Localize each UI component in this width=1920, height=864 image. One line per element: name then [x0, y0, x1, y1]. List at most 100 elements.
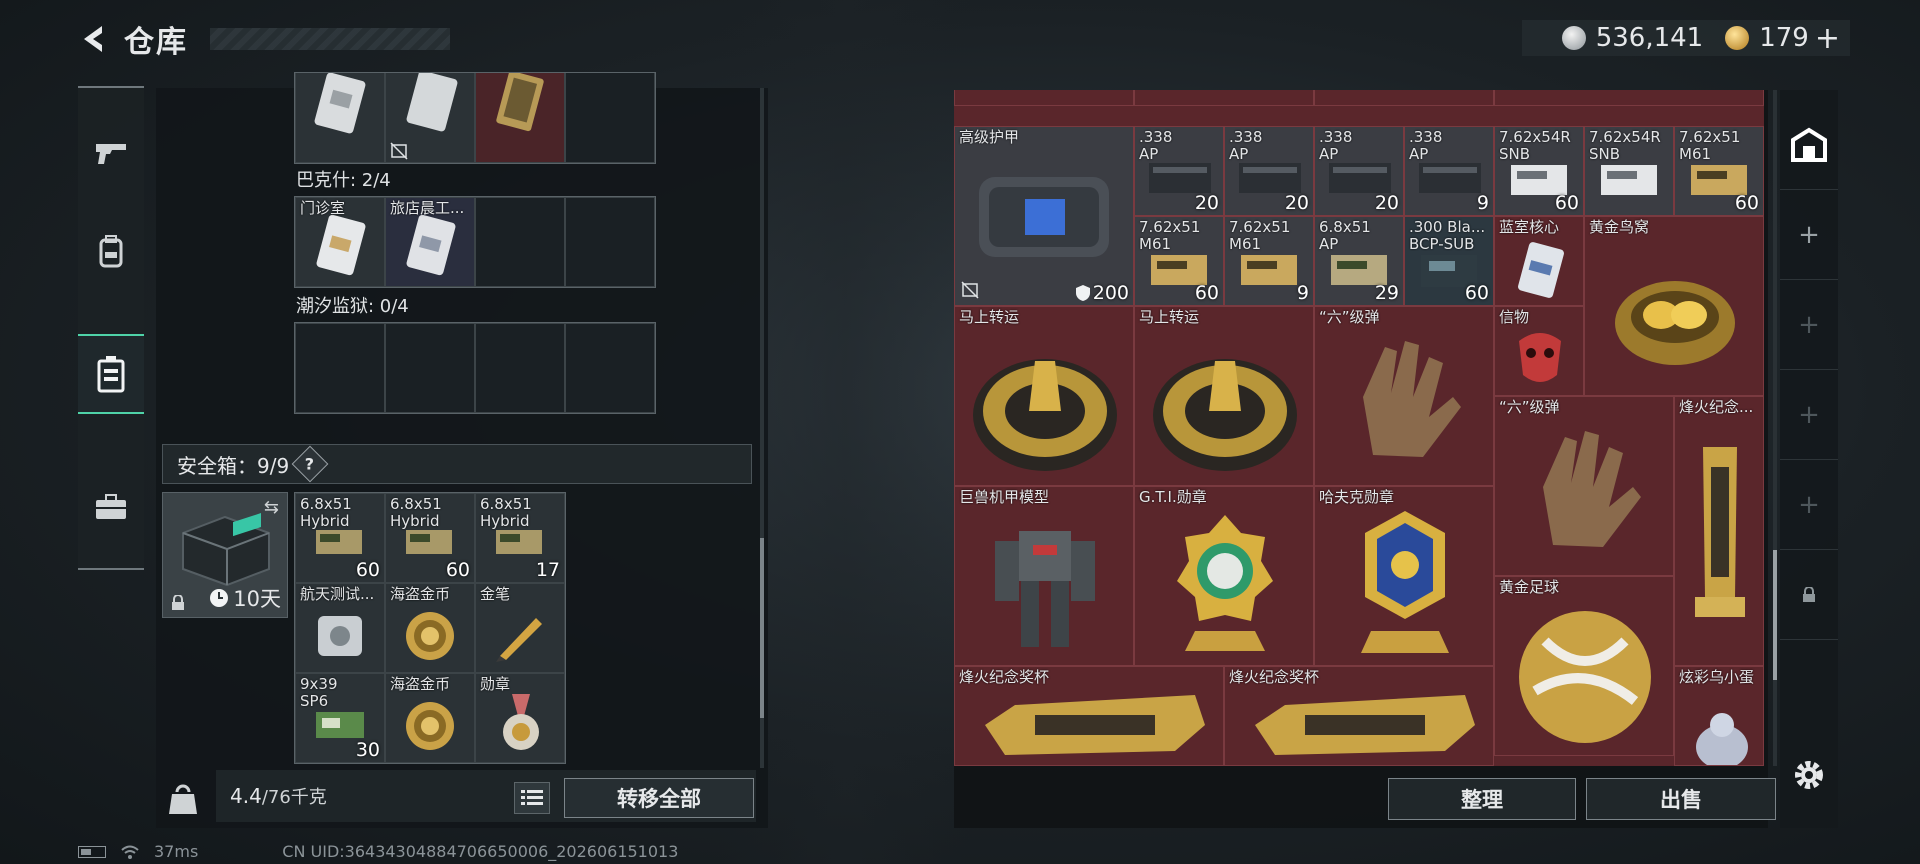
- warehouse-icon: [1791, 127, 1827, 162]
- locked-stash-tab[interactable]: [1780, 550, 1838, 640]
- empty-slot[interactable]: [565, 197, 655, 287]
- stash-item[interactable]: 蓝室核心: [1494, 216, 1584, 306]
- item-slot[interactable]: 勋章: [475, 673, 565, 763]
- stash-item[interactable]: .338 AP 9: [1404, 126, 1494, 216]
- item-slot[interactable]: 金笔: [475, 583, 565, 673]
- ping: 37ms: [154, 842, 199, 861]
- stash-item[interactable]: .300 Bla... BCP-SUB 60: [1404, 216, 1494, 306]
- nav-toolbox[interactable]: [78, 468, 144, 546]
- empty-slot[interactable]: [475, 323, 565, 413]
- stash-item-partial[interactable]: [1494, 90, 1764, 106]
- add-stash-tab-button[interactable]: +: [1780, 190, 1838, 280]
- item-slot[interactable]: 门诊室: [295, 197, 385, 287]
- transfer-all-button[interactable]: 转移全部: [564, 778, 754, 818]
- stash-item[interactable]: 高级护甲 200: [954, 126, 1134, 306]
- item-slot[interactable]: 海盗金币: [385, 673, 475, 763]
- stash-item[interactable]: 马上转运: [1134, 306, 1314, 486]
- stash-item[interactable]: 黄金足球: [1494, 576, 1674, 756]
- nav-storage[interactable]: [78, 334, 144, 414]
- item-quantity: 17: [535, 559, 560, 581]
- stash-item[interactable]: “六”级弹: [1494, 396, 1674, 576]
- armor-bag-icon: [979, 177, 1109, 257]
- stash-item[interactable]: .338 AP 20: [1134, 126, 1224, 216]
- stash-item[interactable]: 黄金鸟窝: [1584, 216, 1764, 396]
- item-durability: 200: [1075, 282, 1129, 304]
- item-label: 7.62x54R SNB: [1589, 128, 1661, 163]
- add-stash-tab-button[interactable]: +: [1780, 460, 1838, 550]
- weight-icon: [162, 774, 204, 824]
- stash-item[interactable]: 马上转运: [954, 306, 1134, 486]
- item-quantity: 9: [1476, 192, 1489, 214]
- stash-scrollbar[interactable]: [1773, 90, 1777, 766]
- nav-equipment[interactable]: [78, 212, 144, 290]
- item-slot[interactable]: 9x39 SP6 30: [295, 673, 385, 763]
- item-quantity: 60: [355, 559, 380, 581]
- add-stash-tab-button[interactable]: +: [1780, 370, 1838, 460]
- sell-button[interactable]: 出售: [1586, 778, 1776, 820]
- item-label: 蓝室核心: [1499, 218, 1560, 236]
- back-arrow-icon: [84, 26, 102, 52]
- empty-slot[interactable]: [565, 323, 655, 413]
- item-slot[interactable]: [295, 73, 385, 163]
- stash-item[interactable]: 7.62x54R SNB 60: [1494, 126, 1584, 216]
- stash-item[interactable]: .338 AP 20: [1314, 126, 1404, 216]
- stash-item[interactable]: 烽火纪念...: [1674, 396, 1764, 666]
- item-slot[interactable]: [475, 73, 565, 163]
- stash-item-partial[interactable]: [1134, 90, 1314, 106]
- golden-nest-icon: [1615, 281, 1735, 365]
- empty-slot[interactable]: [475, 197, 565, 287]
- item-quantity: 29: [1374, 282, 1399, 304]
- stash-item[interactable]: .338 AP 20: [1224, 126, 1314, 216]
- keycard-item-icon: [1518, 242, 1564, 298]
- item-slot[interactable]: 航天测试...: [295, 583, 385, 673]
- swap-icon[interactable]: ⇆: [264, 497, 279, 518]
- stash-item[interactable]: 7.62x51 M61 60: [1134, 216, 1224, 306]
- item-slot[interactable]: 海盗金币: [385, 583, 475, 673]
- stash-item[interactable]: 哈夫克勋章: [1314, 486, 1494, 666]
- ammo-box-icon: [406, 530, 452, 554]
- stash-item[interactable]: 信物: [1494, 306, 1584, 396]
- item-label: “六”级弹: [1499, 398, 1560, 416]
- item-label: “六”级弹: [1319, 308, 1380, 326]
- stash-item[interactable]: 6.8x51 AP 29: [1314, 216, 1404, 306]
- item-slot[interactable]: 旅店晨工...: [385, 197, 475, 287]
- stash-item[interactable]: G.T.I.勋章: [1134, 486, 1314, 666]
- empty-slot[interactable]: [565, 73, 655, 163]
- silver-amount: 536,141: [1595, 23, 1704, 53]
- safebox-grid: 6.8x51 Hybrid 60 6.8x51 Hybrid 60 6.8x51…: [294, 492, 566, 764]
- stash-tab-main[interactable]: [1780, 100, 1838, 190]
- item-slot[interactable]: [385, 73, 475, 163]
- help-button[interactable]: ?: [291, 445, 329, 483]
- stash-item[interactable]: 7.62x54R SNB: [1584, 126, 1674, 216]
- stash-item[interactable]: 炫彩乌小蛋: [1674, 666, 1764, 766]
- ammo-box-icon: [1241, 255, 1297, 285]
- sort-button[interactable]: 整理: [1388, 778, 1576, 820]
- stash-item[interactable]: 巨兽机甲模型: [954, 486, 1134, 666]
- empty-slot[interactable]: [385, 323, 475, 413]
- safebox-item[interactable]: ⇆ 10天: [162, 492, 288, 618]
- stash-item[interactable]: 烽火纪念奖杯: [1224, 666, 1494, 766]
- stash-item[interactable]: “六”级弹: [1314, 306, 1494, 486]
- header-stripe: [210, 28, 450, 50]
- stash-grid: 高级护甲 200 .338 AP 20 .338 AP 20 .338 AP 20 .…: [954, 90, 1764, 766]
- empty-slot[interactable]: [295, 323, 385, 413]
- ammo-box-icon: [316, 712, 364, 738]
- stash-item-partial[interactable]: [954, 90, 1134, 106]
- inventory-scrollbar[interactable]: [760, 88, 764, 768]
- item-slot[interactable]: 6.8x51 Hybrid 17: [475, 493, 565, 583]
- settings-button[interactable]: [1780, 730, 1838, 820]
- add-currency-button[interactable]: +: [1815, 21, 1840, 56]
- container-grid-top: [294, 72, 656, 164]
- item-label: 烽火纪念奖杯: [1229, 668, 1320, 686]
- stash-item[interactable]: 7.62x51 M61 60: [1674, 126, 1764, 216]
- stash-item[interactable]: 7.62x51 M61 9: [1224, 216, 1314, 306]
- gear-icon: [1795, 761, 1823, 789]
- back-button[interactable]: [76, 21, 112, 57]
- list-view-button[interactable]: [514, 782, 550, 814]
- add-stash-tab-button[interactable]: +: [1780, 280, 1838, 370]
- item-slot[interactable]: 6.8x51 Hybrid 60: [385, 493, 475, 583]
- item-slot[interactable]: 6.8x51 Hybrid 60: [295, 493, 385, 583]
- stash-item[interactable]: 烽火纪念奖杯: [954, 666, 1224, 766]
- stash-item-partial[interactable]: [1314, 90, 1494, 106]
- nav-weapons[interactable]: [78, 114, 144, 192]
